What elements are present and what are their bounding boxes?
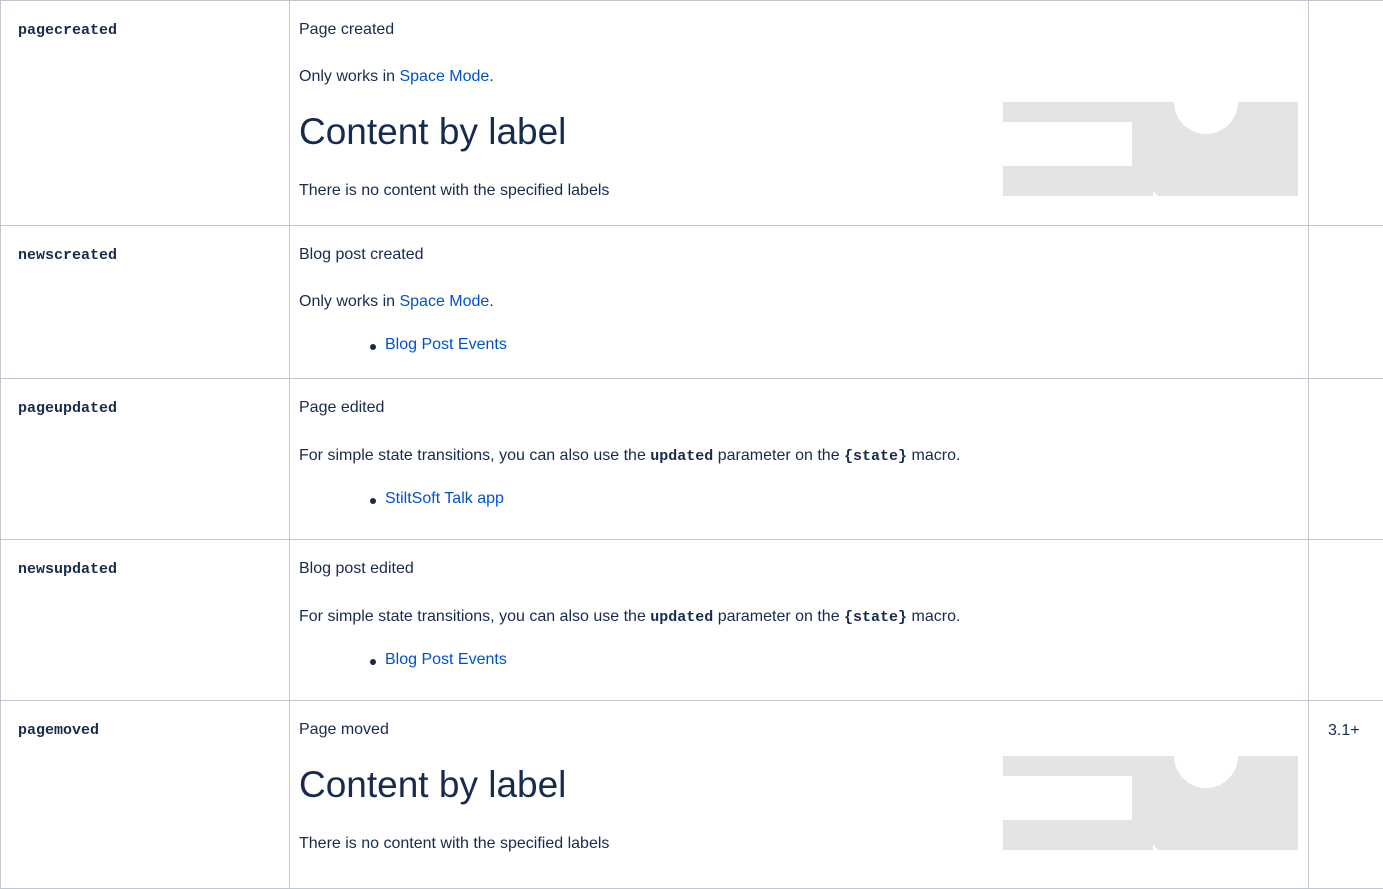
content-empty-message: There is no content with the specified l… bbox=[299, 835, 609, 853]
event-description-cell: Page edited For simple state transitions… bbox=[290, 379, 1309, 540]
version-cell bbox=[1309, 540, 1383, 701]
table-row: newscreated Blog post created Only works… bbox=[1, 226, 1383, 379]
list-item: StiltSoft Talk app bbox=[385, 490, 504, 508]
event-key-cell: pagemoved bbox=[1, 701, 290, 889]
event-description-cell: Blog post edited For simple state transi… bbox=[290, 540, 1309, 701]
state-transition-note: For simple state transitions, you can al… bbox=[299, 608, 960, 626]
list-item: Blog Post Events bbox=[385, 651, 507, 669]
table-row: pageupdated Page edited For simple state… bbox=[1, 379, 1383, 540]
event-key: newscreated bbox=[18, 247, 117, 264]
content-empty-message: There is no content with the specified l… bbox=[299, 182, 609, 200]
content-by-label-title: Content by label bbox=[299, 764, 566, 806]
version-cell bbox=[1309, 226, 1383, 379]
event-key-cell: newsupdated bbox=[1, 540, 290, 701]
event-title: Blog post created bbox=[299, 246, 424, 264]
bullet-icon bbox=[370, 659, 376, 665]
content-placeholder-graphic bbox=[1003, 102, 1298, 196]
updated-parameter-code: updated bbox=[650, 448, 713, 465]
version-cell bbox=[1309, 379, 1383, 540]
event-key-cell: pageupdated bbox=[1, 379, 290, 540]
content-by-label-title: Content by label bbox=[299, 111, 566, 153]
event-title: Page created bbox=[299, 21, 394, 39]
list-item: Blog Post Events bbox=[385, 336, 507, 354]
updated-parameter-code: updated bbox=[650, 609, 713, 626]
table-row: pagecreated Page created Only works in S… bbox=[1, 1, 1383, 226]
blog-post-events-link[interactable]: Blog Post Events bbox=[385, 336, 507, 353]
space-mode-link[interactable]: Space Mode bbox=[399, 293, 489, 310]
event-key-cell: pagecreated bbox=[1, 1, 290, 226]
version-label: 3.1+ bbox=[1328, 722, 1360, 740]
blog-post-events-link[interactable]: Blog Post Events bbox=[385, 651, 507, 668]
state-macro-code: {state} bbox=[844, 448, 907, 465]
bullet-icon bbox=[370, 498, 376, 504]
table-row: newsupdated Blog post edited For simple … bbox=[1, 540, 1383, 701]
event-key: pagemoved bbox=[18, 722, 99, 739]
event-title: Page moved bbox=[299, 721, 389, 739]
event-key: newsupdated bbox=[18, 561, 117, 578]
state-transition-note: For simple state transitions, you can al… bbox=[299, 447, 960, 465]
stiltsoft-talk-app-link[interactable]: StiltSoft Talk app bbox=[385, 490, 504, 507]
version-cell bbox=[1309, 1, 1383, 226]
space-mode-note: Only works in Space Mode. bbox=[299, 68, 494, 86]
space-mode-link[interactable]: Space Mode bbox=[399, 68, 489, 85]
space-mode-note: Only works in Space Mode. bbox=[299, 293, 494, 311]
event-key: pagecreated bbox=[18, 22, 117, 39]
event-description-cell: Page created Only works in Space Mode. C… bbox=[290, 1, 1309, 226]
version-cell: 3.1+ bbox=[1309, 701, 1383, 889]
event-key: pageupdated bbox=[18, 400, 117, 417]
event-title: Page edited bbox=[299, 399, 384, 417]
state-macro-code: {state} bbox=[844, 609, 907, 626]
table-row: pagemoved Page moved Content by label Th… bbox=[1, 701, 1383, 889]
content-placeholder-graphic bbox=[1003, 756, 1298, 850]
events-table: pagecreated Page created Only works in S… bbox=[0, 0, 1383, 889]
event-description-cell: Blog post created Only works in Space Mo… bbox=[290, 226, 1309, 379]
event-description-cell: Page moved Content by label There is no … bbox=[290, 701, 1309, 889]
event-title: Blog post edited bbox=[299, 560, 414, 578]
event-key-cell: newscreated bbox=[1, 226, 290, 379]
bullet-icon bbox=[370, 344, 376, 350]
